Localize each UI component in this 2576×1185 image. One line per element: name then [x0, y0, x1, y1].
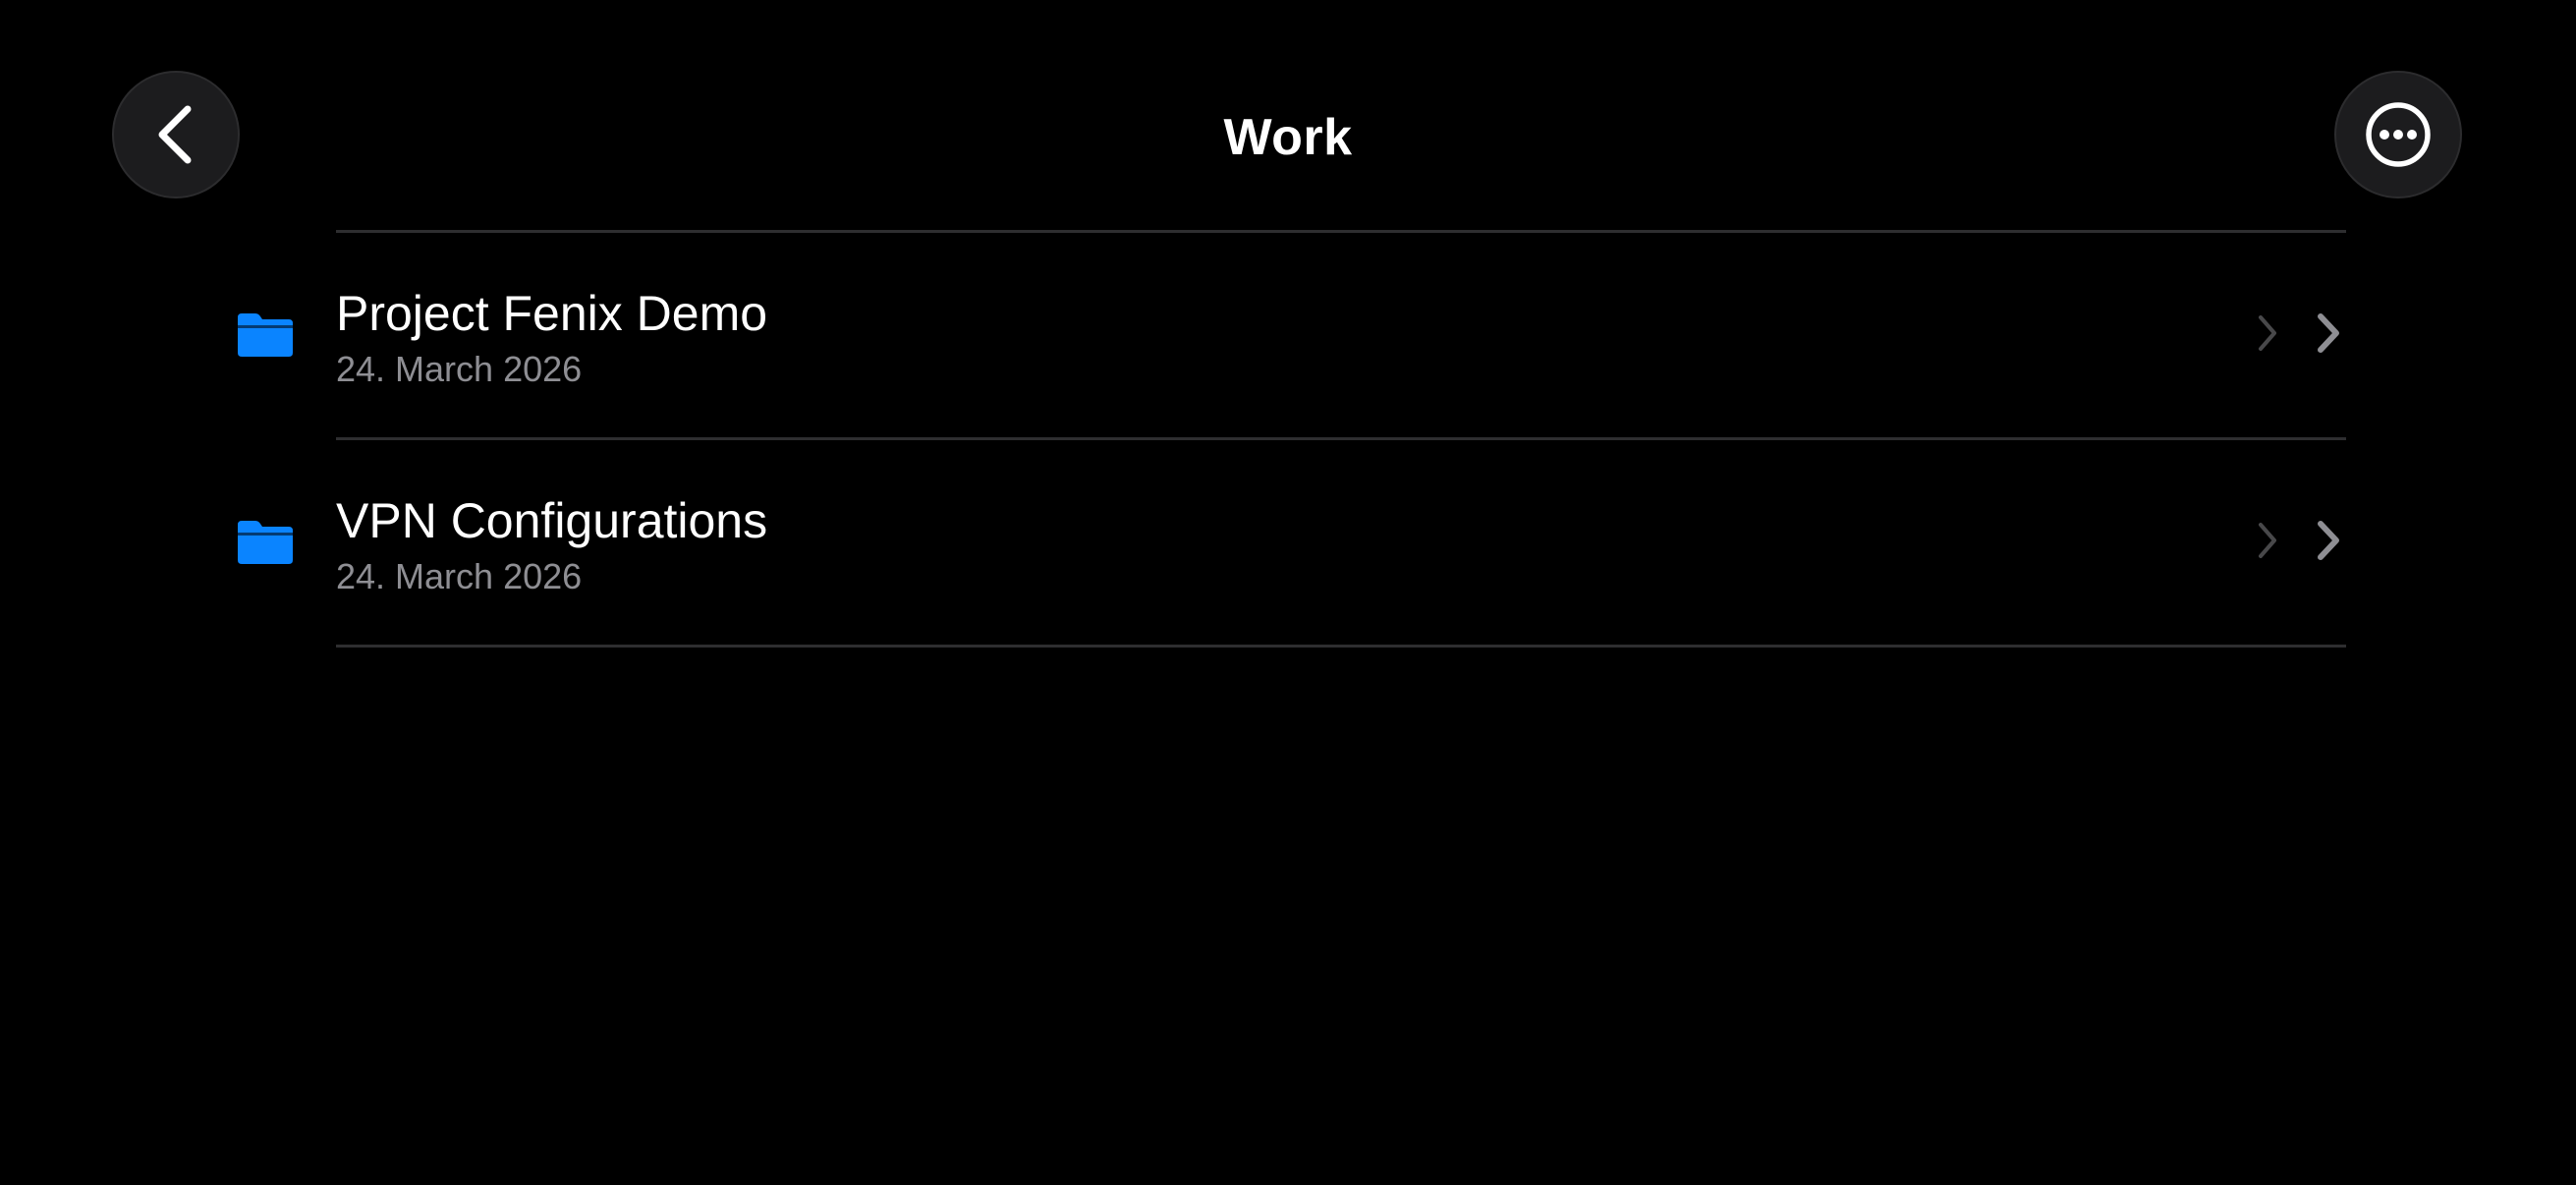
folder-name: VPN Configurations	[336, 493, 768, 548]
chevron-right-icon	[2259, 523, 2276, 558]
chevron-right-icon	[2318, 521, 2339, 560]
ellipsis-circle-icon	[2366, 102, 2431, 167]
folder-icon	[238, 313, 293, 357]
folder-name: Project Fenix Demo	[336, 286, 768, 341]
list-item-project-fenix-demo[interactable]: Project Fenix Demo 24. March 2026	[0, 233, 2576, 437]
list-item-vpn-configurations[interactable]: VPN Configurations 24. March 2026	[0, 440, 2576, 645]
folder-date: 24. March 2026	[336, 556, 583, 596]
folder-icon	[238, 521, 293, 564]
chevron-right-icon	[2318, 313, 2339, 353]
folder-date: 24. March 2026	[336, 349, 583, 389]
folder-list: Project Fenix Demo 24. March 2026 VPN Co…	[0, 230, 2576, 648]
page-title: Work	[1223, 109, 1353, 166]
chevron-right-icon	[2259, 315, 2276, 351]
more-options-button[interactable]	[2334, 71, 2462, 198]
divider	[336, 645, 2346, 648]
